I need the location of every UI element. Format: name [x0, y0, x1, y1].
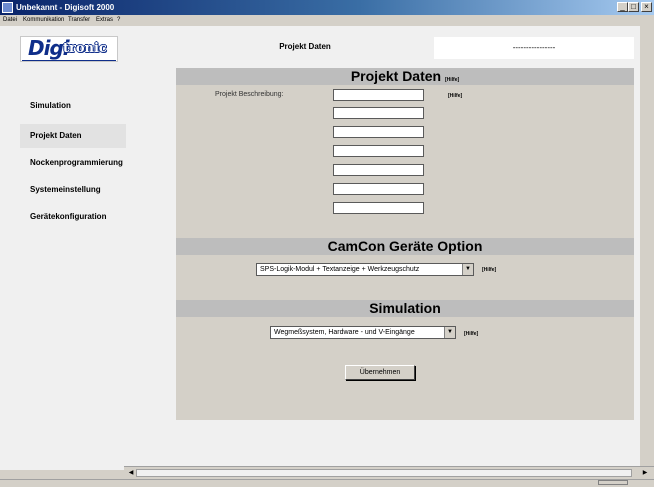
menu-transfer[interactable]: Transfer: [68, 15, 90, 25]
projekt-daten-help-link[interactable]: [Hilfe]: [445, 77, 459, 83]
scroll-right-icon[interactable]: ▶: [640, 468, 650, 478]
menu-bar: Datei Kommunikation Transfer Extras ?: [0, 15, 654, 25]
page-title: Projekt Daten: [279, 42, 331, 51]
maximize-button[interactable]: □: [628, 2, 639, 12]
window-title: Unbekannt - Digisoft 2000: [16, 3, 115, 12]
sidebar-item-geraetekonfiguration[interactable]: Gerätekonfiguration: [30, 211, 106, 223]
sidebar-item-simulation[interactable]: Simulation: [30, 100, 71, 112]
camcon-title: CamCon Geräte Option: [327, 238, 483, 254]
app-icon[interactable]: [2, 2, 13, 13]
camcon-header: CamCon Geräte Option: [176, 238, 634, 255]
simulation-help-link[interactable]: [Hilfe]: [464, 331, 478, 337]
horizontal-scrollbar[interactable]: ◀ ▶: [124, 466, 654, 479]
simulation-value: Wegmeßsystem, Hardware - und V-Eingänge: [274, 329, 415, 336]
logo-underline: [22, 60, 116, 61]
beschreibung-field-1[interactable]: [333, 89, 424, 101]
menu-extras[interactable]: Extras: [96, 15, 113, 25]
sidebar-item-nockenprogrammierung[interactable]: Nockenprogrammierung: [30, 157, 123, 169]
beschreibung-help-link[interactable]: [Hilfe]: [448, 93, 462, 99]
menu-kommunikation[interactable]: Kommunikation: [23, 15, 64, 25]
menu-help[interactable]: ?: [117, 15, 120, 25]
sidebar-item-projekt-daten[interactable]: Projekt Daten: [30, 130, 82, 142]
status-panel: [598, 480, 628, 485]
camcon-help-link[interactable]: [Hilfe]: [482, 267, 496, 273]
beschreibung-field-3[interactable]: [333, 126, 424, 138]
scroll-left-icon[interactable]: ◀: [126, 468, 136, 478]
apply-button[interactable]: Übernehmen: [345, 365, 415, 380]
sidebar-item-systemeinstellung[interactable]: Systemeinstellung: [30, 184, 101, 196]
menu-datei[interactable]: Datei: [3, 15, 17, 25]
minimize-button[interactable]: _: [617, 2, 628, 12]
vertical-scrollbar[interactable]: [640, 26, 654, 470]
simulation-select[interactable]: Wegmeßsystem, Hardware - und V-Eingänge …: [270, 326, 456, 339]
camcon-option-select[interactable]: SPS-Logik-Modul + Textanzeige + Werkzeug…: [256, 263, 474, 276]
projekt-daten-header: Projekt Daten [Hilfe]: [176, 68, 634, 85]
close-button[interactable]: ×: [641, 2, 652, 12]
simulation-header: Simulation: [176, 300, 634, 317]
camcon-option-value: SPS-Logik-Modul + Textanzeige + Werkzeug…: [260, 266, 420, 273]
beschreibung-field-2[interactable]: [333, 107, 424, 119]
logo-tronic: tronic: [63, 41, 107, 56]
projekt-daten-title: Projekt Daten: [350, 68, 442, 84]
projekt-beschreibung-label: Projekt Beschreibung:: [215, 91, 284, 98]
scrollbar-thumb[interactable]: [136, 469, 632, 477]
beschreibung-field-4[interactable]: [333, 145, 424, 157]
beschreibung-field-5[interactable]: [333, 164, 424, 176]
chevron-down-icon[interactable]: ▼: [462, 264, 473, 275]
header-status: ----------------: [434, 37, 634, 59]
chevron-down-icon[interactable]: ▼: [444, 327, 455, 338]
beschreibung-field-6[interactable]: [333, 183, 424, 195]
beschreibung-field-7[interactable]: [333, 202, 424, 214]
simulation-title: Simulation: [369, 300, 441, 316]
